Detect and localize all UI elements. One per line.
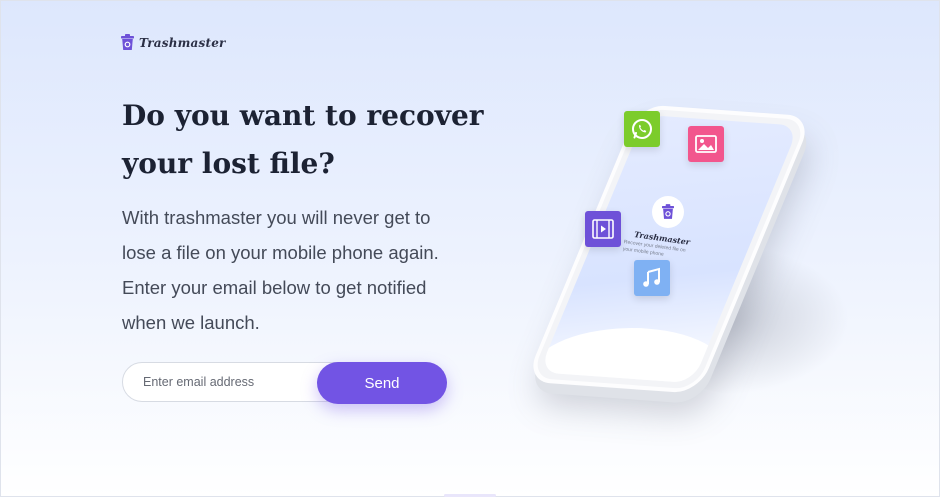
brand-name: Trashmaster — [139, 35, 226, 50]
brand-logo[interactable]: Trashmaster — [121, 34, 226, 51]
music-icon — [634, 260, 670, 296]
trash-logo-icon — [121, 34, 134, 50]
video-icon — [585, 211, 621, 247]
hero-description: With trashmaster you will never get to l… — [122, 207, 439, 333]
whatsapp-icon — [624, 111, 660, 147]
trash-logo-icon — [662, 204, 674, 219]
send-button[interactable]: Send — [317, 362, 447, 404]
screen-logo — [652, 196, 684, 228]
notify-form: Send — [122, 362, 447, 404]
hero-headline: Do you want to recover your lost file? — [122, 99, 484, 180]
gallery-icon — [688, 126, 724, 162]
